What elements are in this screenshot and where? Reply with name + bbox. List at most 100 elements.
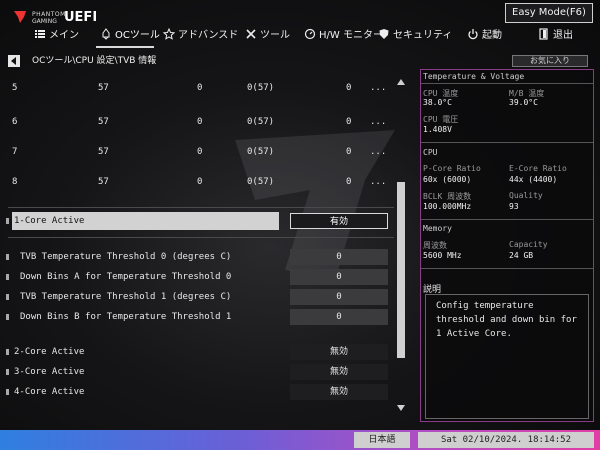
mem-freq-value: 5600 MHz [423,251,462,260]
nav-tab-exit-label: 退出 [553,30,573,41]
memory-heading: Memory [423,224,452,233]
nav-tab-security[interactable]: セキュリティ [378,26,452,46]
setting-value-field[interactable]: 0 [290,289,388,305]
back-arrow-icon [11,57,16,65]
info-panel: Temperature & Voltage CPU 温度 38.0°C M/B … [420,69,594,422]
setting-2-core-active[interactable]: 2-Core Active 無効 [0,343,396,361]
table-cell: 0 [197,147,203,157]
row-marker [6,274,9,280]
setting-value-field[interactable]: 0 [290,249,388,265]
nav-tab-oc-tools[interactable]: OCツール [100,26,160,46]
datetime-display: Sat 02/10/2024. 18:14:52 [418,432,594,448]
table-cell: 0 [346,117,352,127]
setting-value-button[interactable]: 無効 [290,344,388,360]
setting-4-core-active[interactable]: 4-Core Active 無効 [0,383,396,401]
table-cell: ... [370,117,387,127]
table-cell: 8 [12,177,18,187]
table-cell: ... [370,147,387,157]
nav-tab-hw-monitor-label: H/W モニター [319,30,383,41]
setting-label: Down Bins A for Temperature Threshold 0 [20,272,232,282]
back-button[interactable] [8,55,20,67]
row-marker [6,314,9,320]
setting-value-field[interactable]: 0 [290,269,388,285]
setting-down-bins-a[interactable]: Down Bins A for Temperature Threshold 0 … [0,268,396,286]
bclk-value: 100.000MHz [423,202,472,211]
table-cell: ... [370,177,387,187]
temp-voltage-heading: Temperature & Voltage [423,72,525,81]
cpu-heading: CPU [423,148,438,157]
mb-temp-value: 39.0°C [509,98,538,107]
divider [421,268,593,269]
table-row: 6 57 0 0(57) 0 ... [0,110,395,134]
language-button[interactable]: 日本語 [354,432,410,448]
settings-list: 5 57 0 0(57) 0 ... 6 57 0 0(57) 0 ... 7 … [0,70,410,415]
setting-value-button[interactable]: 無効 [290,364,388,380]
scroll-up-arrow-icon[interactable] [396,78,406,86]
setting-tvb-threshold-0[interactable]: TVB Temperature Threshold 0 (degrees C) … [0,248,396,266]
cpu-voltage-value: 1.408V [423,125,452,134]
pcore-ratio-label: P-Core Ratio [423,164,481,173]
description-box: Config temperature threshold and down bi… [425,294,589,419]
table-cell: 57 [98,117,109,127]
star-icon [163,28,175,40]
setting-value-button[interactable]: 無効 [290,384,388,400]
phantom-gaming-logo-icon [14,11,26,23]
monitor-icon [304,28,316,40]
setting-value-field[interactable]: 0 [290,309,388,325]
list-icon [35,30,45,38]
setting-label: 4-Core Active [14,387,85,397]
row-marker [6,389,9,395]
row-marker [6,254,9,260]
nav-tab-tools[interactable]: ツール [245,26,290,46]
table-row: 8 57 0 0(57) 0 ... [0,170,395,194]
easy-mode-button[interactable]: Easy Mode(F6) [505,3,593,23]
nav-tab-main[interactable]: メイン [34,26,79,46]
table-cell: 0 [346,177,352,187]
brand-logo: PHANTOM GAMING UEFI [6,8,116,28]
ecore-ratio-value: 44x (4400) [509,175,558,184]
table-cell: 0 [346,83,352,93]
nav-tab-exit[interactable]: 退出 [538,26,573,46]
nav-tab-advanced-label: アドバンスド [178,30,239,41]
breadcrumb: OCツール\CPU 設定\TVB 情報 [32,56,157,66]
table-cell: 0(57) [247,177,275,187]
divider [421,219,593,220]
setting-value-button[interactable]: 有効 [290,213,388,229]
setting-label: TVB Temperature Threshold 0 (degrees C) [20,252,232,262]
divider [421,83,593,84]
nav-tab-hw-monitor[interactable]: H/W モニター [304,26,383,46]
brand-line2: GAMING [32,18,57,25]
setting-tvb-threshold-1[interactable]: TVB Temperature Threshold 1 (degrees C) … [0,288,396,306]
table-cell: 0 [197,177,203,187]
power-icon [468,29,478,40]
nav-tab-boot-label: 起動 [482,30,502,41]
header: PHANTOM GAMING UEFI Easy Mode(F6) メイン OC… [0,0,600,50]
rocket-icon [102,28,110,40]
nav-tab-boot[interactable]: 起動 [467,26,502,46]
brand-product: UEFI [64,10,98,25]
divider [8,237,394,238]
scroll-down-arrow-icon[interactable] [396,404,406,412]
setting-1-core-active[interactable]: 1-Core Active 有効 [0,212,396,230]
exit-icon [539,28,548,40]
setting-3-core-active[interactable]: 3-Core Active 無効 [0,363,396,381]
setting-down-bins-b[interactable]: Down Bins B for Temperature Threshold 1 … [0,308,396,326]
favorites-button[interactable]: お気に入り [512,55,588,67]
bclk-label: BCLK 周波数 [423,192,472,201]
table-row: 7 57 0 0(57) 0 ... [0,140,395,164]
setting-label: 2-Core Active [14,347,85,357]
quality-value: 93 [509,202,519,211]
mem-capacity-value: 24 GB [509,251,534,260]
table-cell: 0 [346,147,352,157]
table-cell: 0(57) [247,147,275,157]
table-cell: 0(57) [247,83,275,93]
table-cell: 57 [98,177,109,187]
table-cell: 0 [197,83,203,93]
ecore-ratio-label: E-Core Ratio [509,164,567,173]
row-marker [6,349,9,355]
cpu-temp-value: 38.0°C [423,98,452,107]
divider [8,207,394,208]
scrollbar-thumb[interactable] [397,182,405,358]
nav-tab-advanced[interactable]: アドバンスド [163,26,238,46]
table-cell: 57 [98,147,109,157]
